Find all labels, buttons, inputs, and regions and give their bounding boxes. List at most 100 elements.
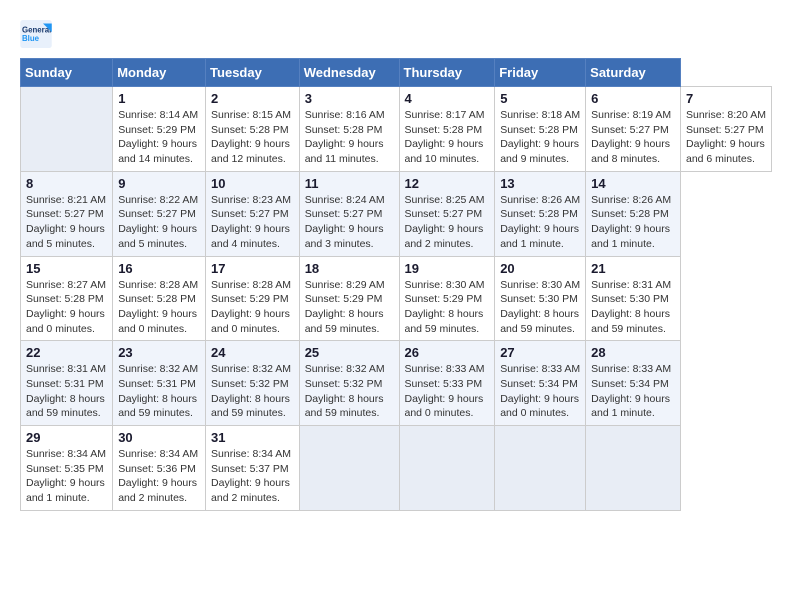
calendar-week-3: 15 Sunrise: 8:27 AMSunset: 5:28 PMDaylig…	[21, 256, 772, 341]
day-info: Sunrise: 8:32 AMSunset: 5:32 PMDaylight:…	[211, 363, 291, 419]
day-info: Sunrise: 8:31 AMSunset: 5:30 PMDaylight:…	[591, 279, 671, 335]
day-info: Sunrise: 8:33 AMSunset: 5:34 PMDaylight:…	[591, 363, 671, 419]
calendar-week-4: 22 Sunrise: 8:31 AMSunset: 5:31 PMDaylig…	[21, 341, 772, 426]
calendar-cell: 19 Sunrise: 8:30 AMSunset: 5:29 PMDaylig…	[399, 256, 495, 341]
logo: General Blue	[20, 20, 52, 48]
calendar-cell: 22 Sunrise: 8:31 AMSunset: 5:31 PMDaylig…	[21, 341, 113, 426]
svg-text:Blue: Blue	[22, 34, 40, 43]
calendar-cell: 6 Sunrise: 8:19 AMSunset: 5:27 PMDayligh…	[586, 87, 681, 172]
calendar-cell: 3 Sunrise: 8:16 AMSunset: 5:28 PMDayligh…	[299, 87, 399, 172]
day-number: 2	[211, 91, 294, 106]
day-number: 20	[500, 261, 580, 276]
logo-icon: General Blue	[20, 20, 52, 48]
calendar-cell: 25 Sunrise: 8:32 AMSunset: 5:32 PMDaylig…	[299, 341, 399, 426]
calendar-cell: 13 Sunrise: 8:26 AMSunset: 5:28 PMDaylig…	[495, 171, 586, 256]
day-number: 16	[118, 261, 200, 276]
day-info: Sunrise: 8:24 AMSunset: 5:27 PMDaylight:…	[305, 194, 385, 250]
day-number: 23	[118, 345, 200, 360]
calendar-cell: 10 Sunrise: 8:23 AMSunset: 5:27 PMDaylig…	[206, 171, 300, 256]
day-number: 13	[500, 176, 580, 191]
calendar-body: 1 Sunrise: 8:14 AMSunset: 5:29 PMDayligh…	[21, 87, 772, 511]
day-number: 3	[305, 91, 394, 106]
day-number: 30	[118, 430, 200, 445]
day-info: Sunrise: 8:20 AMSunset: 5:27 PMDaylight:…	[686, 109, 766, 165]
calendar-cell: 28 Sunrise: 8:33 AMSunset: 5:34 PMDaylig…	[586, 341, 681, 426]
calendar-cell	[299, 426, 399, 511]
day-info: Sunrise: 8:27 AMSunset: 5:28 PMDaylight:…	[26, 279, 106, 335]
day-header-monday: Monday	[113, 59, 206, 87]
day-number: 21	[591, 261, 675, 276]
day-header-sunday: Sunday	[21, 59, 113, 87]
calendar-cell: 15 Sunrise: 8:27 AMSunset: 5:28 PMDaylig…	[21, 256, 113, 341]
day-number: 6	[591, 91, 675, 106]
day-info: Sunrise: 8:34 AMSunset: 5:37 PMDaylight:…	[211, 448, 291, 504]
calendar-cell	[21, 87, 113, 172]
calendar-cell: 16 Sunrise: 8:28 AMSunset: 5:28 PMDaylig…	[113, 256, 206, 341]
day-info: Sunrise: 8:29 AMSunset: 5:29 PMDaylight:…	[305, 279, 385, 335]
day-number: 22	[26, 345, 107, 360]
calendar-cell: 14 Sunrise: 8:26 AMSunset: 5:28 PMDaylig…	[586, 171, 681, 256]
day-info: Sunrise: 8:28 AMSunset: 5:28 PMDaylight:…	[118, 279, 198, 335]
calendar-cell: 8 Sunrise: 8:21 AMSunset: 5:27 PMDayligh…	[21, 171, 113, 256]
day-info: Sunrise: 8:17 AMSunset: 5:28 PMDaylight:…	[405, 109, 485, 165]
calendar-cell	[399, 426, 495, 511]
calendar-header-row: SundayMondayTuesdayWednesdayThursdayFrid…	[21, 59, 772, 87]
day-number: 29	[26, 430, 107, 445]
calendar-cell: 24 Sunrise: 8:32 AMSunset: 5:32 PMDaylig…	[206, 341, 300, 426]
day-info: Sunrise: 8:14 AMSunset: 5:29 PMDaylight:…	[118, 109, 198, 165]
day-info: Sunrise: 8:28 AMSunset: 5:29 PMDaylight:…	[211, 279, 291, 335]
calendar-cell: 5 Sunrise: 8:18 AMSunset: 5:28 PMDayligh…	[495, 87, 586, 172]
day-info: Sunrise: 8:30 AMSunset: 5:30 PMDaylight:…	[500, 279, 580, 335]
day-number: 31	[211, 430, 294, 445]
day-number: 17	[211, 261, 294, 276]
calendar-week-2: 8 Sunrise: 8:21 AMSunset: 5:27 PMDayligh…	[21, 171, 772, 256]
calendar-week-5: 29 Sunrise: 8:34 AMSunset: 5:35 PMDaylig…	[21, 426, 772, 511]
day-info: Sunrise: 8:19 AMSunset: 5:27 PMDaylight:…	[591, 109, 671, 165]
day-info: Sunrise: 8:33 AMSunset: 5:33 PMDaylight:…	[405, 363, 485, 419]
calendar-cell: 30 Sunrise: 8:34 AMSunset: 5:36 PMDaylig…	[113, 426, 206, 511]
day-number: 26	[405, 345, 490, 360]
calendar-cell: 12 Sunrise: 8:25 AMSunset: 5:27 PMDaylig…	[399, 171, 495, 256]
calendar-cell: 1 Sunrise: 8:14 AMSunset: 5:29 PMDayligh…	[113, 87, 206, 172]
day-header-tuesday: Tuesday	[206, 59, 300, 87]
day-number: 14	[591, 176, 675, 191]
day-number: 8	[26, 176, 107, 191]
day-info: Sunrise: 8:16 AMSunset: 5:28 PMDaylight:…	[305, 109, 385, 165]
day-info: Sunrise: 8:26 AMSunset: 5:28 PMDaylight:…	[500, 194, 580, 250]
calendar-cell: 31 Sunrise: 8:34 AMSunset: 5:37 PMDaylig…	[206, 426, 300, 511]
day-info: Sunrise: 8:26 AMSunset: 5:28 PMDaylight:…	[591, 194, 671, 250]
day-header-wednesday: Wednesday	[299, 59, 399, 87]
day-number: 10	[211, 176, 294, 191]
day-header-saturday: Saturday	[586, 59, 681, 87]
calendar-cell: 21 Sunrise: 8:31 AMSunset: 5:30 PMDaylig…	[586, 256, 681, 341]
day-info: Sunrise: 8:15 AMSunset: 5:28 PMDaylight:…	[211, 109, 291, 165]
day-number: 1	[118, 91, 200, 106]
day-info: Sunrise: 8:33 AMSunset: 5:34 PMDaylight:…	[500, 363, 580, 419]
calendar-cell: 18 Sunrise: 8:29 AMSunset: 5:29 PMDaylig…	[299, 256, 399, 341]
calendar-cell: 7 Sunrise: 8:20 AMSunset: 5:27 PMDayligh…	[680, 87, 771, 172]
day-number: 5	[500, 91, 580, 106]
day-info: Sunrise: 8:18 AMSunset: 5:28 PMDaylight:…	[500, 109, 580, 165]
day-number: 7	[686, 91, 766, 106]
day-info: Sunrise: 8:23 AMSunset: 5:27 PMDaylight:…	[211, 194, 291, 250]
calendar-cell: 9 Sunrise: 8:22 AMSunset: 5:27 PMDayligh…	[113, 171, 206, 256]
day-number: 11	[305, 176, 394, 191]
day-number: 18	[305, 261, 394, 276]
calendar-cell: 20 Sunrise: 8:30 AMSunset: 5:30 PMDaylig…	[495, 256, 586, 341]
page-header: General Blue	[20, 20, 772, 48]
calendar-cell: 17 Sunrise: 8:28 AMSunset: 5:29 PMDaylig…	[206, 256, 300, 341]
day-number: 28	[591, 345, 675, 360]
calendar-week-1: 1 Sunrise: 8:14 AMSunset: 5:29 PMDayligh…	[21, 87, 772, 172]
day-info: Sunrise: 8:34 AMSunset: 5:35 PMDaylight:…	[26, 448, 106, 504]
day-info: Sunrise: 8:22 AMSunset: 5:27 PMDaylight:…	[118, 194, 198, 250]
calendar-cell	[495, 426, 586, 511]
day-info: Sunrise: 8:34 AMSunset: 5:36 PMDaylight:…	[118, 448, 198, 504]
calendar-cell: 4 Sunrise: 8:17 AMSunset: 5:28 PMDayligh…	[399, 87, 495, 172]
day-header-thursday: Thursday	[399, 59, 495, 87]
day-info: Sunrise: 8:32 AMSunset: 5:31 PMDaylight:…	[118, 363, 198, 419]
calendar-cell: 2 Sunrise: 8:15 AMSunset: 5:28 PMDayligh…	[206, 87, 300, 172]
day-number: 15	[26, 261, 107, 276]
day-number: 27	[500, 345, 580, 360]
day-number: 4	[405, 91, 490, 106]
calendar-cell: 29 Sunrise: 8:34 AMSunset: 5:35 PMDaylig…	[21, 426, 113, 511]
